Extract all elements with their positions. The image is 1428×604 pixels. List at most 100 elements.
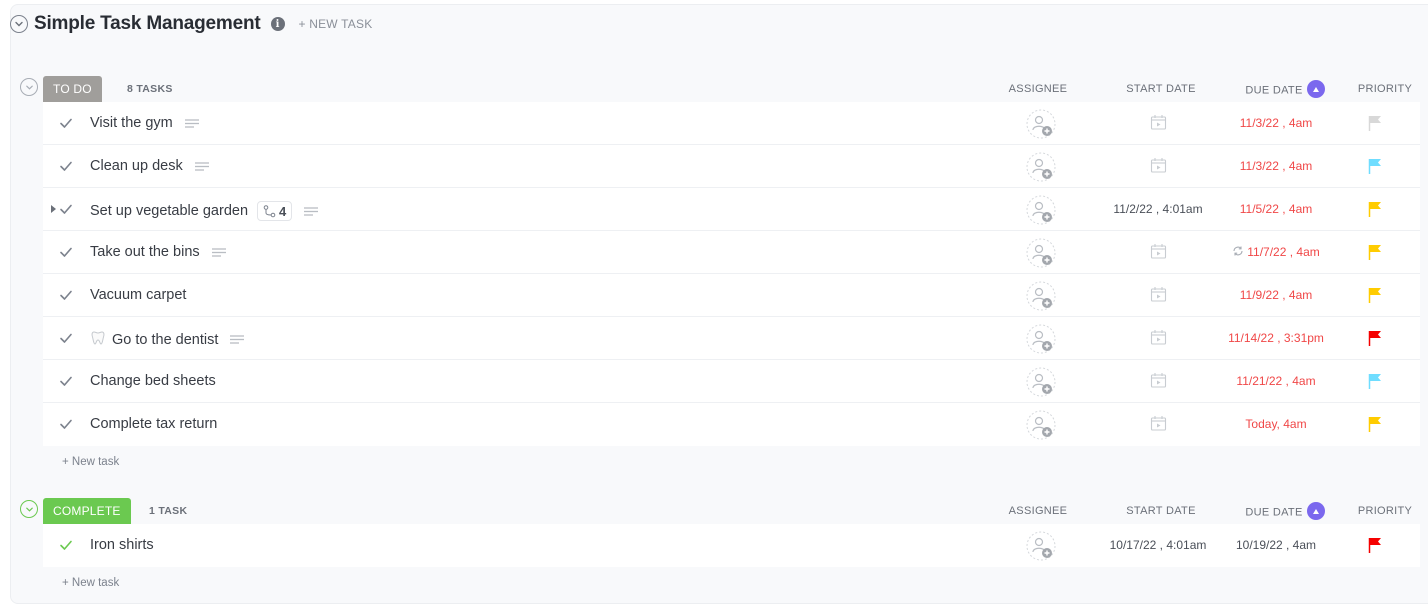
assignee-add-icon[interactable]: [1026, 109, 1056, 139]
task-name-cell[interactable]: Clean up desk: [90, 158, 209, 174]
task-name[interactable]: Vacuum carpet: [90, 287, 186, 303]
assignee-add-icon[interactable]: [1026, 195, 1056, 225]
task-name-cell[interactable]: Complete tax return: [90, 416, 217, 432]
column-header-due-date[interactable]: DUE DATE: [1230, 502, 1340, 520]
assignee-add-icon[interactable]: [1026, 324, 1056, 354]
task-name[interactable]: Change bed sheets: [90, 373, 216, 389]
checkmark-icon[interactable]: [59, 245, 73, 259]
column-header-priority[interactable]: PRIORITY: [1350, 83, 1420, 95]
task-row[interactable]: Complete tax return Today, 4am: [43, 403, 1420, 446]
start-date-cell[interactable]: [1093, 286, 1223, 303]
task-name[interactable]: Clean up desk: [90, 158, 183, 174]
column-header-assignee[interactable]: ASSIGNEE: [1008, 505, 1068, 517]
task-row[interactable]: Go to the dentist 11/14/22 , 3:31pm: [43, 317, 1420, 360]
subtask-count-badge[interactable]: 4: [257, 201, 293, 221]
sort-ascending-icon[interactable]: [1306, 80, 1325, 98]
task-name[interactable]: Visit the gym: [90, 115, 173, 131]
start-date-cell[interactable]: [1093, 114, 1223, 131]
due-date-cell[interactable]: 11/14/22 , 3:31pm: [1213, 331, 1339, 345]
checkmark-icon[interactable]: [59, 331, 73, 345]
calendar-icon: [1150, 244, 1167, 259]
assignee-add-icon[interactable]: [1026, 410, 1056, 440]
status-pill[interactable]: TO DO: [43, 76, 102, 102]
task-name[interactable]: Complete tax return: [90, 416, 217, 432]
status-pill[interactable]: COMPLETE: [43, 498, 131, 524]
task-row[interactable]: Change bed sheets 11/21/22 , 4am: [43, 360, 1420, 403]
column-header-due-date[interactable]: DUE DATE: [1230, 80, 1340, 98]
start-date-cell[interactable]: 11/2/22 , 4:01am: [1093, 202, 1223, 216]
checkmark-icon[interactable]: [59, 116, 73, 130]
priority-flag-icon[interactable]: [1368, 158, 1382, 174]
info-icon[interactable]: i: [270, 17, 285, 31]
list-header: Simple Task Management i + NEW TASK: [10, 12, 372, 36]
due-date-cell[interactable]: 11/3/22 , 4am: [1213, 116, 1339, 130]
due-date-cell[interactable]: 11/5/22 , 4am: [1213, 202, 1339, 216]
task-row[interactable]: Visit the gym 11/3/22 , 4am: [43, 102, 1420, 145]
collapse-list-icon[interactable]: [10, 15, 28, 33]
start-date-cell[interactable]: [1093, 372, 1223, 389]
expand-subtasks-icon[interactable]: [51, 205, 56, 213]
checkmark-icon[interactable]: [59, 538, 73, 552]
task-name[interactable]: Set up vegetable garden: [90, 203, 248, 219]
start-date-cell[interactable]: [1093, 157, 1223, 174]
task-row[interactable]: Clean up desk 11/3/22 , 4am: [43, 145, 1420, 188]
task-name-cell[interactable]: Iron shirts: [90, 537, 154, 553]
due-date-cell[interactable]: Today, 4am: [1213, 417, 1339, 431]
priority-flag-icon[interactable]: [1368, 330, 1382, 346]
collapse-group-icon[interactable]: [20, 500, 38, 518]
priority-flag-icon[interactable]: [1368, 201, 1382, 217]
priority-flag-icon[interactable]: [1368, 537, 1382, 553]
task-name[interactable]: Go to the dentist: [112, 332, 218, 348]
sort-ascending-icon[interactable]: [1306, 502, 1325, 520]
collapse-group-icon[interactable]: [20, 78, 38, 96]
new-task-inline-button[interactable]: + New task: [43, 567, 1420, 599]
priority-flag-icon[interactable]: [1368, 373, 1382, 389]
start-date-cell[interactable]: [1093, 415, 1223, 432]
checkmark-icon[interactable]: [59, 159, 73, 173]
due-date-cell[interactable]: 11/21/22 , 4am: [1213, 374, 1339, 388]
new-task-inline-button[interactable]: + New task: [43, 446, 1420, 478]
task-name-cell[interactable]: Change bed sheets: [90, 373, 216, 389]
column-header-start-date[interactable]: START DATE: [1116, 83, 1206, 95]
due-date-cell[interactable]: 11/7/22 , 4am: [1213, 245, 1339, 259]
task-row[interactable]: Set up vegetable garden 4 11/2/22 , 4:01am…: [43, 188, 1420, 231]
subtask-icon: [263, 204, 279, 218]
due-date-label: DUE DATE: [1245, 84, 1303, 97]
priority-flag-icon[interactable]: [1368, 115, 1382, 131]
new-task-button[interactable]: + NEW TASK: [299, 17, 373, 31]
task-row[interactable]: Take out the bins 11/7/22 , 4am: [43, 231, 1420, 274]
assignee-add-icon[interactable]: [1026, 281, 1056, 311]
task-name[interactable]: Iron shirts: [90, 537, 154, 553]
assignee-add-icon[interactable]: [1026, 367, 1056, 397]
task-name[interactable]: Take out the bins: [90, 244, 200, 260]
task-name-cell[interactable]: Go to the dentist: [90, 330, 245, 349]
task-row[interactable]: Iron shirts 10/17/22 , 4:01am 10/19/22 , 4…: [43, 524, 1420, 567]
task-row[interactable]: Vacuum carpet 11/9/22 , 4am: [43, 274, 1420, 317]
task-count: 1 TASK: [149, 505, 188, 517]
task-name-cell[interactable]: Vacuum carpet: [90, 287, 186, 303]
column-header-priority[interactable]: PRIORITY: [1350, 505, 1420, 517]
task-name-cell[interactable]: Visit the gym: [90, 115, 199, 131]
due-date-cell[interactable]: 10/19/22 , 4am: [1213, 538, 1339, 552]
start-date-cell[interactable]: 10/17/22 , 4:01am: [1093, 538, 1223, 552]
start-date-cell[interactable]: [1093, 329, 1223, 346]
column-header-assignee[interactable]: ASSIGNEE: [1008, 83, 1068, 95]
assignee-add-icon[interactable]: [1026, 152, 1056, 182]
priority-flag-icon[interactable]: [1368, 244, 1382, 260]
due-date-cell[interactable]: 11/9/22 , 4am: [1213, 288, 1339, 302]
task-name-cell[interactable]: Set up vegetable garden 4: [90, 201, 319, 221]
calendar-icon: [1150, 416, 1167, 431]
assignee-add-icon[interactable]: [1026, 238, 1056, 268]
checkmark-icon[interactable]: [59, 202, 73, 216]
checkmark-icon[interactable]: [59, 417, 73, 431]
priority-flag-icon[interactable]: [1368, 287, 1382, 303]
checkmark-icon[interactable]: [59, 374, 73, 388]
start-date-cell[interactable]: [1093, 243, 1223, 260]
assignee-add-icon[interactable]: [1026, 531, 1056, 561]
task-name-cell[interactable]: Take out the bins: [90, 244, 226, 260]
column-header-start-date[interactable]: START DATE: [1116, 505, 1206, 517]
list-title: Simple Task Management: [34, 13, 261, 34]
priority-flag-icon[interactable]: [1368, 416, 1382, 432]
checkmark-icon[interactable]: [59, 288, 73, 302]
due-date-cell[interactable]: 11/3/22 , 4am: [1213, 159, 1339, 173]
